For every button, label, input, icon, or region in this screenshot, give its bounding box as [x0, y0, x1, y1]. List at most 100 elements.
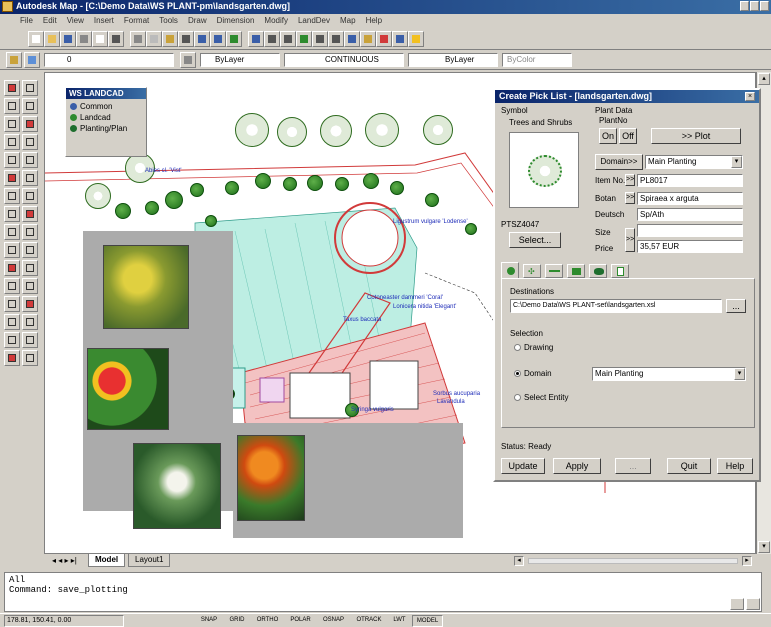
dialog-update-button[interactable]: Update [501, 458, 545, 474]
status-toggle-ortho[interactable]: ORTHO [252, 615, 283, 627]
menu-tools[interactable]: Tools [159, 16, 178, 25]
rotate-icon[interactable] [22, 170, 38, 186]
tab-file[interactable] [611, 264, 629, 278]
point-icon[interactable] [4, 296, 20, 312]
plant-label[interactable]: Abies cl. 'Vist' [145, 168, 182, 174]
copy-icon[interactable] [22, 98, 38, 114]
tab-shrub[interactable]: ✣ [523, 264, 541, 278]
shrub-symbol[interactable] [390, 181, 404, 195]
menu-draw[interactable]: Draw [188, 16, 207, 25]
plant-label[interactable]: Cotoneaster dammeri 'Coral' [367, 295, 443, 301]
fillet-icon[interactable] [22, 296, 38, 312]
shrub-symbol[interactable] [255, 173, 271, 189]
tree-symbol[interactable] [85, 183, 111, 209]
tab-layout1[interactable]: Layout1 [128, 554, 171, 567]
scale-icon[interactable] [22, 188, 38, 204]
help-icon[interactable] [392, 31, 408, 47]
hyperlink-icon[interactable] [226, 31, 242, 47]
status-toggle-lwt[interactable]: LWT [389, 615, 410, 627]
mirror-icon[interactable] [22, 116, 38, 132]
array-icon[interactable] [22, 152, 38, 168]
construction-line-icon[interactable] [4, 98, 20, 114]
botan-picker[interactable]: >> [625, 192, 635, 204]
redo-icon[interactable] [210, 31, 226, 47]
polyline-icon[interactable] [4, 116, 20, 132]
revision-cloud-icon[interactable] [4, 206, 20, 222]
plant-label[interactable]: Lonicera nitida 'Elegant' [393, 304, 456, 310]
copy-icon[interactable] [146, 31, 162, 47]
save-icon[interactable] [60, 31, 76, 47]
menu-format[interactable]: Format [124, 16, 149, 25]
lineweight-dropdown[interactable]: ByLayer [408, 53, 498, 67]
ellipse-icon[interactable] [4, 242, 20, 258]
new-icon[interactable] [28, 31, 44, 47]
bulb-icon[interactable] [408, 31, 424, 47]
dialog-disabled-button[interactable]: ... [615, 458, 651, 474]
plot-button[interactable]: >> Plot [651, 128, 741, 144]
price-field[interactable]: 35,57 EUR [637, 240, 743, 253]
menu-help[interactable]: Help [366, 16, 382, 25]
layer-state-button[interactable] [24, 52, 40, 68]
radio-drawing[interactable]: Drawing [514, 343, 553, 352]
command-scroll-right[interactable] [746, 598, 760, 610]
layers-button[interactable] [6, 52, 22, 68]
shrub-symbol[interactable] [165, 191, 183, 209]
plotstyle-dropdown[interactable]: ByColor [502, 53, 572, 67]
item-no-picker[interactable]: >> [625, 174, 635, 186]
find-icon[interactable] [108, 31, 124, 47]
spline-icon[interactable] [4, 224, 20, 240]
pan-icon[interactable] [264, 31, 280, 47]
explode-icon[interactable] [22, 314, 38, 330]
plant-label[interactable]: Ligustrum vulgare 'Lodense' [393, 219, 468, 225]
hatch-icon[interactable] [4, 314, 20, 330]
tab-model[interactable]: Model [88, 554, 126, 567]
menu-modify[interactable]: Modify [264, 16, 288, 25]
domain-select[interactable]: Main Planting [645, 155, 743, 169]
dialog-close-button[interactable]: × [745, 92, 755, 101]
hscroll-right-arrow[interactable]: ▸ [742, 556, 752, 566]
insert-block-icon[interactable] [4, 260, 20, 276]
line-icon[interactable] [4, 80, 20, 96]
open-icon[interactable] [44, 31, 60, 47]
zoom-prev-icon[interactable] [312, 31, 328, 47]
arc-icon[interactable] [4, 170, 20, 186]
off-button[interactable]: Off [619, 128, 637, 144]
menu-insert[interactable]: Insert [94, 16, 114, 25]
shrub-symbol[interactable] [363, 173, 379, 189]
chamfer-icon[interactable] [22, 278, 38, 294]
preview-icon[interactable] [92, 31, 108, 47]
domain-button[interactable]: Domain>> [595, 154, 643, 170]
plant-label[interactable]: Taxus baccata [343, 317, 381, 323]
browse-button[interactable]: ... [726, 299, 746, 313]
make-current-button[interactable] [180, 52, 196, 68]
zoom-icon[interactable] [280, 31, 296, 47]
command-scroll-left[interactable] [730, 598, 744, 610]
markup-icon[interactable] [376, 31, 392, 47]
horizontal-scrollbar[interactable] [528, 558, 738, 564]
status-toggle-osnap[interactable]: OSNAP [318, 615, 349, 627]
tab-line[interactable] [545, 264, 563, 278]
command-window[interactable]: All Command: save_plotting [4, 572, 762, 612]
dialog-help-button[interactable]: Help [717, 458, 753, 474]
menu-view[interactable]: View [67, 16, 84, 25]
tree-symbol[interactable] [277, 117, 307, 147]
shrub-symbol[interactable] [425, 193, 439, 207]
botan-field[interactable]: Spiraea x arguta [637, 192, 743, 205]
tab-nav-arrows[interactable]: ◂ ◂ ▸ ▸| [52, 556, 77, 565]
shrub-symbol[interactable] [115, 203, 131, 219]
dialog-apply-button[interactable]: Apply [553, 458, 601, 474]
hscroll-left-arrow[interactable]: ◂ [514, 556, 524, 566]
layer-dropdown[interactable]: 0 [44, 53, 174, 67]
print-icon[interactable] [76, 31, 92, 47]
tab-tree[interactable] [501, 262, 519, 278]
selection-domain-select[interactable]: Main Planting [592, 367, 746, 381]
match-icon[interactable] [178, 31, 194, 47]
menu-map[interactable]: Map [340, 16, 356, 25]
make-block-icon[interactable] [4, 278, 20, 294]
menu-dimension[interactable]: Dimension [217, 16, 255, 25]
status-toggle-snap[interactable]: SNAP [196, 615, 222, 627]
destination-file-field[interactable]: C:\Demo Data\WS PLANT-set\landsgarten.xs… [510, 299, 722, 313]
vscroll-down-arrow[interactable]: ▾ [758, 541, 770, 553]
region-icon[interactable] [4, 332, 20, 348]
landcad-item[interactable]: Planting/Plan [70, 123, 142, 134]
